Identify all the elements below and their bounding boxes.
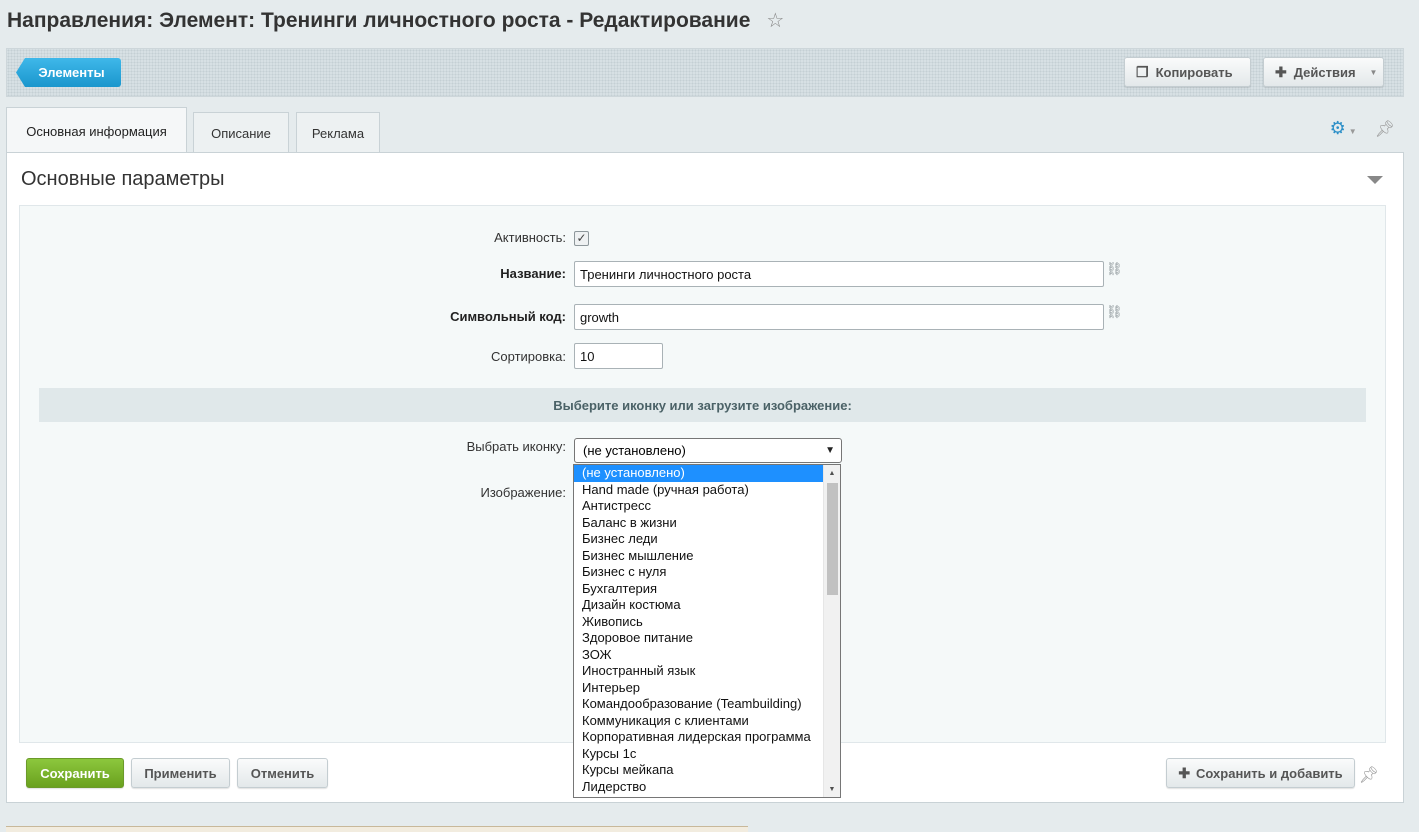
code-input[interactable]: growth [574, 304, 1104, 330]
dropdown-option[interactable]: Коммуникация с клиентами [574, 713, 840, 730]
dropdown-option[interactable]: Антистресс [574, 498, 840, 515]
bottom-strip [6, 826, 748, 832]
name-label: Название: [500, 266, 566, 281]
active-checkbox[interactable]: ✓ [574, 231, 589, 246]
tab-description[interactable]: Описание [193, 112, 289, 153]
pin-icon[interactable]: 📌︎ [1375, 119, 1395, 139]
copy-button[interactable]: ❐ Копировать [1124, 57, 1251, 87]
copy-button-label: Копировать [1155, 64, 1233, 80]
icon-select-value: (не установлено) [583, 443, 686, 458]
code-label: Символьный код: [450, 309, 566, 324]
dropdown-option[interactable]: ЗОЖ [574, 647, 840, 664]
dropdown-option[interactable]: Hand made (ручная работа) [574, 482, 840, 499]
pin-icon[interactable]: 📌︎ [1359, 765, 1379, 785]
tab-tools: ⚙ ▼ 📌︎ [1330, 118, 1395, 139]
active-label: Активность: [494, 230, 566, 245]
icon-dropdown-list[interactable]: (не установлено) Hand made (ручная работа… [573, 464, 841, 798]
dropdown-option[interactable]: Бухгалтерия [574, 581, 840, 598]
copy-icon: ❐ [1136, 63, 1149, 80]
section-title: Основные параметры [21, 168, 225, 190]
link-icon[interactable]: ⛓ [1106, 305, 1123, 318]
dropdown-option[interactable]: Бизнес мышление [574, 548, 840, 565]
icon-select-label: Выбрать иконку: [466, 439, 566, 454]
top-toolbar: Элементы ❐ Копировать ✚ Действия ▼ [6, 48, 1404, 97]
dropdown-option[interactable]: Бизнес с нуля [574, 564, 840, 581]
dropdown-option[interactable]: Курсы 1с [574, 746, 840, 763]
dropdown-option[interactable]: Интерьер [574, 680, 840, 697]
collapse-arrow-icon[interactable] [1367, 176, 1383, 184]
cancel-button[interactable]: Отменить [237, 758, 328, 788]
page-title-text: Направления: Элемент: Тренинги личностно… [7, 8, 751, 32]
dropdown-option[interactable]: Дизайн костюма [574, 597, 840, 614]
chevron-down-icon: ▼ [825, 445, 835, 456]
save-and-add-button[interactable]: ✚ Сохранить и добавить [1166, 758, 1355, 788]
dropdown-option[interactable]: Иностранный язык [574, 663, 840, 680]
dropdown-option[interactable]: Баланс в жизни [574, 515, 840, 532]
dropdown-option[interactable]: Корпоративная лидерская программа [574, 729, 840, 746]
dropdown-scrollbar[interactable]: ▲ ▼ [823, 465, 840, 797]
name-input[interactable]: Тренинги личностного роста [574, 261, 1104, 287]
plus-icon: ✚ [1178, 764, 1191, 781]
scroll-up-icon[interactable]: ▲ [824, 465, 840, 481]
dropdown-option[interactable]: Лидерство [574, 779, 840, 796]
icon-subheading: Выберите иконку или загрузите изображени… [39, 388, 1366, 422]
dropdown-option[interactable]: Здоровое питание [574, 630, 840, 647]
save-and-add-label: Сохранить и добавить [1196, 765, 1343, 781]
dropdown-option[interactable]: Курсы мейкапа [574, 762, 840, 779]
dropdown-option[interactable]: Живопись [574, 614, 840, 631]
image-label: Изображение: [480, 485, 566, 500]
actions-button-label: Действия [1293, 64, 1356, 80]
dropdown-options: (не установлено) Hand made (ручная работа… [574, 465, 840, 795]
dropdown-option[interactable]: Бизнес леди [574, 531, 840, 548]
elements-back-button[interactable]: Элементы [16, 58, 121, 87]
save-button[interactable]: Сохранить [26, 758, 124, 788]
tab-main-info[interactable]: Основная информация [6, 107, 187, 154]
star-icon[interactable]: ☆ [766, 8, 784, 33]
plus-icon: ✚ [1275, 63, 1287, 80]
dropdown-option[interactable]: (не установлено) [574, 465, 840, 482]
chevron-down-icon: ▼ [1348, 127, 1357, 136]
dropdown-option[interactable]: Командообразование (Teambuilding) [574, 696, 840, 713]
icon-select[interactable]: (не установлено) ▼ [574, 438, 842, 463]
page-title: Направления: Элемент: Тренинги личностно… [7, 8, 784, 33]
chevron-down-icon: ▼ [1369, 67, 1378, 77]
sort-input[interactable]: 10 [574, 343, 663, 369]
tab-advertising[interactable]: Реклама [296, 112, 380, 153]
actions-button[interactable]: ✚ Действия ▼ [1263, 57, 1384, 87]
sort-label: Сортировка: [491, 349, 566, 364]
scroll-thumb[interactable] [827, 483, 838, 595]
apply-button[interactable]: Применить [131, 758, 230, 788]
link-icon[interactable]: ⛓ [1106, 262, 1123, 275]
scroll-down-icon[interactable]: ▼ [824, 781, 840, 797]
gear-icon[interactable]: ⚙ ▼ [1330, 118, 1357, 139]
